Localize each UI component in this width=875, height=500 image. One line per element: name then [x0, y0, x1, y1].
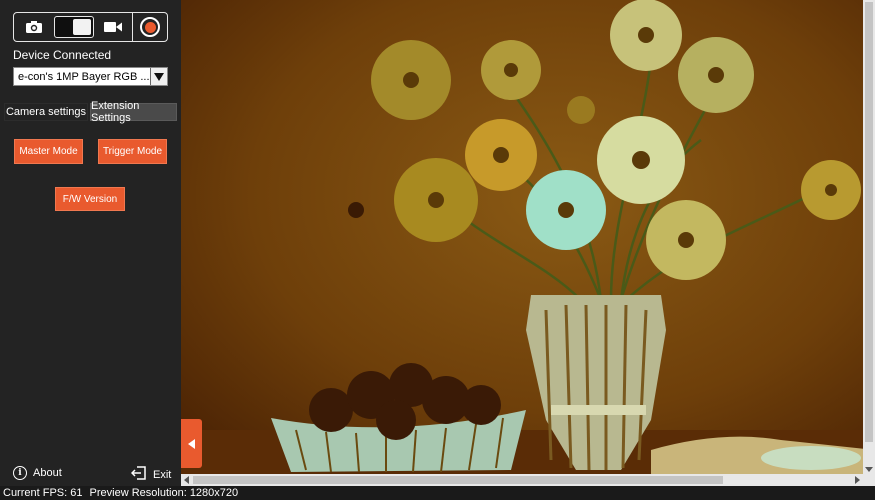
- device-select-value: e-con's 1MP Bayer RGB ...: [18, 70, 150, 83]
- master-mode-button[interactable]: Master Mode: [14, 139, 83, 164]
- device-select[interactable]: e-con's 1MP Bayer RGB ...: [13, 67, 168, 86]
- camera-preview: [181, 0, 875, 486]
- vertical-scrollbar-thumb[interactable]: [865, 2, 873, 442]
- exit-label: Exit: [153, 468, 172, 481]
- camera-icon[interactable]: [14, 13, 54, 41]
- capture-mode-bar: [13, 12, 168, 42]
- tab-extension-settings[interactable]: Extension Settings: [90, 100, 177, 124]
- scroll-left-arrow-icon[interactable]: [184, 476, 189, 484]
- device-select-dropdown-button[interactable]: [150, 68, 167, 85]
- scrollbar-corner: [863, 474, 875, 486]
- horizontal-scrollbar[interactable]: [181, 474, 863, 486]
- tab-camera-settings[interactable]: Camera settings: [4, 103, 88, 121]
- video-camera-icon[interactable]: [94, 13, 132, 41]
- status-bar: Current FPS: 61 Preview Resolution: 1280…: [0, 486, 875, 500]
- collapse-sidebar-button[interactable]: [181, 419, 202, 468]
- photo-video-toggle[interactable]: [54, 16, 94, 38]
- record-button[interactable]: [133, 13, 167, 41]
- preview-image: [181, 0, 875, 486]
- chevron-down-icon: [154, 72, 164, 81]
- fw-version-button[interactable]: F/W Version: [55, 187, 125, 211]
- exit-icon: [130, 466, 147, 483]
- about-label: About: [33, 467, 62, 479]
- scroll-right-arrow-icon[interactable]: [855, 476, 860, 484]
- info-icon: i: [13, 466, 27, 480]
- chevron-left-icon: [188, 438, 195, 449]
- record-icon: [140, 17, 160, 37]
- sidebar: Device Connected e-con's 1MP Bayer RGB .…: [0, 0, 181, 486]
- horizontal-scrollbar-thumb[interactable]: [193, 476, 723, 484]
- about-button[interactable]: i About: [13, 466, 62, 480]
- scroll-down-arrow-icon[interactable]: [865, 467, 873, 472]
- preview-resolution-text: Preview Resolution: 1280x720: [89, 487, 239, 499]
- current-fps-text: Current FPS: 61: [3, 487, 83, 499]
- exit-button[interactable]: Exit: [130, 466, 172, 483]
- toggle-knob: [73, 19, 91, 35]
- trigger-mode-button[interactable]: Trigger Mode: [98, 139, 167, 164]
- record-dot: [144, 21, 156, 33]
- vertical-scrollbar[interactable]: [863, 0, 875, 474]
- device-connected-label: Device Connected: [13, 48, 112, 62]
